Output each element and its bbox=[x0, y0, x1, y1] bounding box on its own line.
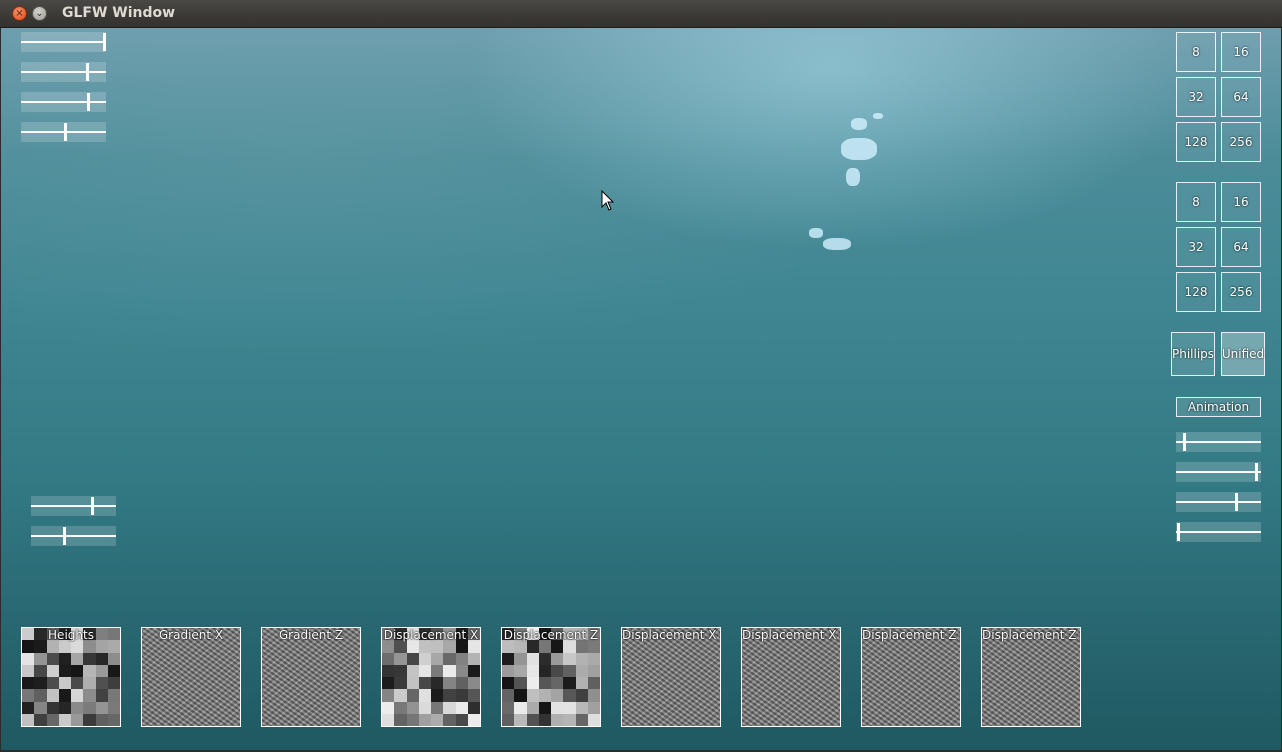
phillips-spectrum-button[interactable]: Phillips bbox=[1171, 332, 1215, 376]
water-glint bbox=[873, 113, 883, 119]
resolution-label: 128 bbox=[1184, 285, 1208, 299]
ocean-viewport[interactable]: 8 16 32 64 128 256 8 16 32 64 128 256 Phillips Uni… bbox=[1, 28, 1281, 750]
texture-preview-gradient-x: Gradient X bbox=[141, 627, 241, 727]
water-glint bbox=[809, 228, 823, 238]
slider-track bbox=[21, 101, 106, 103]
texture-cells bbox=[382, 628, 480, 726]
resolution-2-button-256[interactable]: 256 bbox=[1221, 272, 1261, 312]
slider-track bbox=[1176, 531, 1261, 533]
texture-preview-displacement-z: Displacement Z bbox=[501, 627, 601, 727]
texture-preview-heights: Heights bbox=[21, 627, 121, 727]
water-glint bbox=[851, 118, 867, 130]
slider-track bbox=[31, 505, 116, 507]
slider-track bbox=[1176, 471, 1261, 473]
anim-slider-3[interactable] bbox=[1176, 492, 1261, 512]
texture-preview-displacement-z-dx: Displacement Z dX bbox=[861, 627, 961, 727]
texture-label: Heights bbox=[48, 628, 94, 642]
param-slider-4[interactable] bbox=[21, 122, 106, 142]
param-slider-3[interactable] bbox=[21, 92, 106, 112]
resolution-label: 64 bbox=[1233, 90, 1249, 104]
param-slider-6[interactable] bbox=[31, 526, 116, 546]
slider-track bbox=[31, 535, 116, 537]
close-window-button[interactable]: × bbox=[12, 6, 27, 21]
resolution-1-button-128[interactable]: 128 bbox=[1176, 122, 1216, 162]
slider-handle[interactable] bbox=[1182, 433, 1186, 451]
resolution-2-button-16[interactable]: 16 bbox=[1221, 182, 1261, 222]
unified-spectrum-button[interactable]: Unified bbox=[1221, 332, 1265, 376]
resolution-2-button-8[interactable]: 8 bbox=[1176, 182, 1216, 222]
texture-preview-displacement-x: Displacement X bbox=[381, 627, 481, 727]
resolution-label: 128 bbox=[1184, 135, 1208, 149]
phillips-label: Phillips bbox=[1171, 347, 1215, 361]
window-title: GLFW Window bbox=[62, 5, 176, 21]
texture-cells bbox=[22, 628, 120, 726]
slider-handle[interactable] bbox=[1254, 463, 1258, 481]
chevron-down-icon: ⌄ bbox=[35, 7, 44, 19]
resolution-label: 256 bbox=[1229, 135, 1253, 149]
resolution-2-button-64[interactable]: 64 bbox=[1221, 227, 1261, 267]
texture-preview-displacement-x-dz: Displacement X dZ bbox=[741, 627, 841, 727]
texture-label: Displacement Z dZ bbox=[982, 628, 1080, 642]
param-slider-1[interactable] bbox=[21, 32, 106, 52]
animation-button[interactable]: Animation bbox=[1176, 397, 1261, 417]
resolution-label: 256 bbox=[1229, 285, 1253, 299]
slider-track bbox=[1176, 501, 1261, 503]
resolution-label: 64 bbox=[1233, 240, 1249, 254]
texture-label: Displacement X dX bbox=[622, 628, 720, 642]
resolution-label: 8 bbox=[1192, 45, 1200, 59]
texture-preview-gradient-z: Gradient Z bbox=[261, 627, 361, 727]
water-glint bbox=[841, 138, 877, 160]
slider-handle[interactable] bbox=[86, 63, 90, 81]
anim-slider-1[interactable] bbox=[1176, 432, 1261, 452]
slider-handle[interactable] bbox=[63, 527, 67, 545]
param-slider-2[interactable] bbox=[21, 62, 106, 82]
texture-cells bbox=[502, 628, 600, 726]
texture-label: Displacement Z dX bbox=[862, 628, 960, 642]
slider-track bbox=[21, 71, 106, 73]
param-slider-5[interactable] bbox=[31, 496, 116, 516]
water-glint bbox=[846, 168, 860, 186]
resolution-label: 32 bbox=[1188, 90, 1204, 104]
texture-label: Displacement Z bbox=[503, 628, 599, 642]
texture-preview-displacement-z-dz: Displacement Z dZ bbox=[981, 627, 1081, 727]
resolution-label: 16 bbox=[1233, 195, 1249, 209]
resolution-1-button-64[interactable]: 64 bbox=[1221, 77, 1261, 117]
resolution-label: 16 bbox=[1233, 45, 1249, 59]
resolution-label: 8 bbox=[1192, 195, 1200, 209]
unified-label: Unified bbox=[1221, 347, 1265, 361]
texture-label: Displacement X bbox=[383, 628, 479, 642]
anim-slider-4[interactable] bbox=[1176, 522, 1261, 542]
resolution-1-button-32[interactable]: 32 bbox=[1176, 77, 1216, 117]
texture-preview-displacement-x-dx: Displacement X dX bbox=[621, 627, 721, 727]
slider-handle[interactable] bbox=[1235, 493, 1239, 511]
slider-handle[interactable] bbox=[64, 123, 68, 141]
resolution-2-button-128[interactable]: 128 bbox=[1176, 272, 1216, 312]
close-icon: × bbox=[15, 7, 24, 19]
texture-label: Gradient X bbox=[158, 628, 224, 642]
slider-track bbox=[21, 41, 106, 43]
slider-handle[interactable] bbox=[87, 93, 91, 111]
minimize-window-button[interactable]: ⌄ bbox=[32, 6, 47, 21]
resolution-1-button-16[interactable]: 16 bbox=[1221, 32, 1261, 72]
window-titlebar[interactable]: × ⌄ GLFW Window bbox=[0, 0, 1282, 28]
animation-label: Animation bbox=[1187, 400, 1250, 414]
water-glint bbox=[823, 238, 851, 250]
anim-slider-2[interactable] bbox=[1176, 462, 1261, 482]
resolution-1-button-256[interactable]: 256 bbox=[1221, 122, 1261, 162]
resolution-2-button-32[interactable]: 32 bbox=[1176, 227, 1216, 267]
mouse-cursor-icon bbox=[601, 190, 615, 211]
resolution-1-button-8[interactable]: 8 bbox=[1176, 32, 1216, 72]
slider-handle[interactable] bbox=[1176, 523, 1180, 541]
slider-track bbox=[1176, 441, 1261, 443]
texture-label: Displacement X dZ bbox=[742, 628, 840, 642]
texture-label: Gradient Z bbox=[278, 628, 344, 642]
resolution-label: 32 bbox=[1188, 240, 1204, 254]
slider-handle[interactable] bbox=[103, 33, 106, 51]
slider-handle[interactable] bbox=[91, 497, 95, 515]
